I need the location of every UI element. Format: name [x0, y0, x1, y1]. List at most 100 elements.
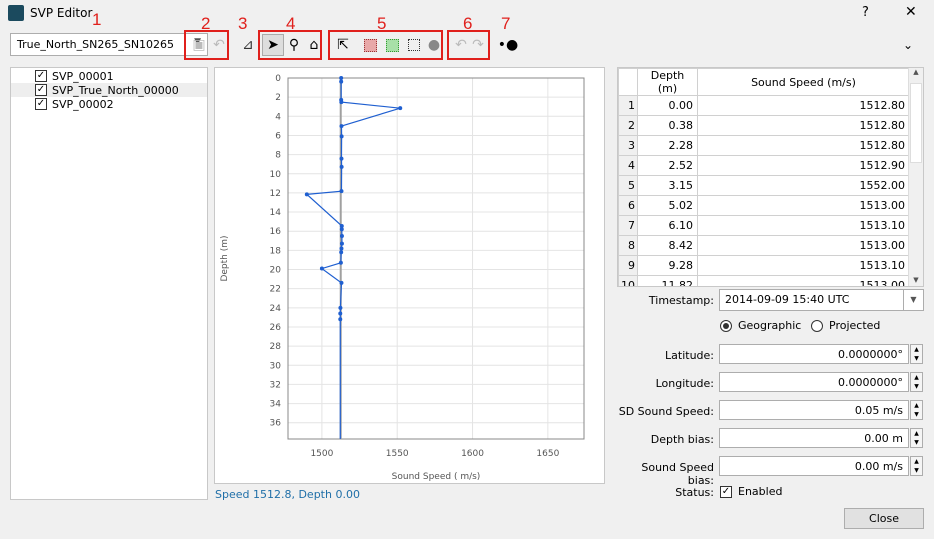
table-row[interactable]: 5 3.15 1552.00 — [618, 175, 910, 196]
depth-cell[interactable]: 3.15 — [637, 175, 698, 196]
save-icon[interactable]: ▣ — [188, 34, 210, 56]
timestamp-select[interactable]: 2014-09-09 15:40 UTC ▼ — [719, 289, 924, 311]
radio-geographic[interactable]: Geographic — [720, 319, 801, 332]
depth-cell[interactable]: 2.28 — [637, 135, 698, 156]
table-row[interactable]: 10 11.82 1513.00 — [618, 275, 910, 286]
col-depth[interactable]: Depth (m) — [637, 68, 698, 96]
depth-cell[interactable]: 8.42 — [637, 235, 698, 256]
checkbox[interactable]: ✓ — [35, 98, 47, 110]
revert-icon[interactable]: ↶ — [208, 34, 230, 56]
y-tick-label: 12 — [270, 189, 281, 199]
data-point — [338, 311, 343, 316]
checkbox[interactable]: ✓ — [720, 485, 732, 498]
sd-input[interactable]: 0.05 m/s — [719, 400, 909, 420]
speed-cell[interactable]: 1512.90 — [697, 155, 910, 176]
sd-spinner[interactable]: ▲ ▼ — [910, 400, 923, 420]
close-window-button[interactable]: ✕ — [905, 4, 917, 20]
table-row[interactable]: 1 0.00 1512.80 — [618, 95, 910, 116]
select-rect-icon[interactable] — [403, 34, 425, 56]
latitude-input[interactable]: 0.0000000° — [719, 344, 909, 364]
longitude-input[interactable]: 0.0000000° — [719, 372, 909, 392]
select-point-icon[interactable]: ● — [423, 34, 445, 56]
speed-cell[interactable]: 1513.00 — [697, 275, 910, 286]
data-table[interactable]: Depth (m) Sound Speed (m/s) 1 0.00 1512.80 2… — [617, 67, 924, 287]
row-number: 9 — [618, 255, 638, 276]
y-tick-label: 22 — [270, 285, 281, 295]
data-point — [338, 305, 343, 310]
add-point-icon[interactable]: ⇱ — [332, 34, 354, 56]
data-point — [339, 189, 344, 194]
table-scrollbar[interactable]: ▲ ▼ — [908, 68, 923, 286]
row-number: 2 — [618, 115, 638, 136]
redo-icon[interactable]: ↷ — [467, 34, 489, 56]
table-row[interactable]: 9 9.28 1513.10 — [618, 255, 910, 276]
data-point — [339, 124, 344, 129]
data-point — [339, 134, 344, 139]
speed-cell[interactable]: 1513.10 — [697, 255, 910, 276]
checkbox[interactable]: ✓ — [35, 84, 47, 96]
close-button[interactable]: Close — [844, 508, 924, 529]
pointer-icon[interactable]: ➤ — [262, 34, 284, 56]
table-row[interactable]: 6 5.02 1513.00 — [618, 195, 910, 216]
checkbox[interactable]: ✓ — [35, 70, 47, 82]
table-row[interactable]: 7 6.10 1513.10 — [618, 215, 910, 236]
y-tick-label: 8 — [275, 151, 281, 161]
table-row[interactable]: 4 2.52 1512.90 — [618, 155, 910, 176]
tree-item[interactable]: ✓ SVP_00001 — [11, 69, 207, 83]
depth-cell[interactable]: 0.00 — [637, 95, 698, 116]
profile-select[interactable]: True_North_SN265_SN10265 ▼ — [10, 33, 208, 56]
row-number: 8 — [618, 235, 638, 256]
data-point — [339, 241, 344, 246]
speed-cell[interactable]: 1512.80 — [697, 115, 910, 136]
axis-scale-icon[interactable]: ⊿ — [237, 34, 259, 56]
table-row[interactable]: 8 8.42 1513.00 — [618, 235, 910, 256]
depth-cell[interactable]: 5.02 — [637, 195, 698, 216]
profile-options-icon[interactable]: •● — [497, 34, 519, 56]
row-number: 10 — [618, 275, 638, 286]
status-label: Status: — [675, 486, 714, 499]
col-speed[interactable]: Sound Speed (m/s) — [697, 68, 910, 96]
longitude-spinner[interactable]: ▲ ▼ — [910, 372, 923, 392]
annotation-1: 1 — [92, 10, 102, 29]
table-row[interactable]: 2 0.38 1512.80 — [618, 115, 910, 136]
remove-selection-icon[interactable] — [359, 34, 381, 56]
chart-panel[interactable]: 1500 1550 1600 1650 0 2 4 6 8 10 12 14 16 18 20 22 24 26 2… — [214, 67, 605, 484]
speed-cell[interactable]: 1513.00 — [697, 235, 910, 256]
annotation-3: 3 — [238, 14, 248, 33]
table-row[interactable]: 3 2.28 1512.80 — [618, 135, 910, 156]
tree-item-label: SVP_True_North_00000 — [52, 83, 179, 97]
tree-item[interactable]: ✓ SVP_True_North_00000 — [11, 83, 207, 97]
depth-cell[interactable]: 11.82 — [637, 275, 698, 286]
speed-cell[interactable]: 1552.00 — [697, 175, 910, 196]
y-tick-label: 18 — [270, 246, 282, 256]
speed-cell[interactable]: 1512.80 — [697, 95, 910, 116]
depth-cell[interactable]: 9.28 — [637, 255, 698, 276]
zoom-icon[interactable]: ⚲ — [283, 34, 305, 56]
annotation-7: 7 — [501, 14, 511, 33]
add-selection-icon[interactable] — [381, 34, 403, 56]
radio-projected[interactable]: Projected — [811, 319, 880, 332]
latitude-spinner[interactable]: ▲ ▼ — [910, 344, 923, 364]
help-button[interactable]: ? — [862, 5, 869, 20]
speed-cell[interactable]: 1513.10 — [697, 215, 910, 236]
data-point — [339, 246, 344, 251]
svp-chart[interactable]: 1500 1550 1600 1650024681012141618202224262… — [215, 68, 606, 485]
profile-tree: ✓ SVP_00001 ✓ SVP_True_North_00000 ✓ SVP_00… — [10, 67, 208, 500]
speed-cell[interactable]: 1513.00 — [697, 195, 910, 216]
depth_bias-input[interactable]: 0.00 m — [719, 428, 909, 448]
speed-cell[interactable]: 1512.80 — [697, 135, 910, 156]
data-point — [339, 76, 344, 80]
data-point — [304, 192, 309, 197]
row-number: 7 — [618, 215, 638, 236]
ss_bias-input[interactable]: 0.00 m/s — [719, 456, 909, 476]
expand-chevron-icon[interactable]: ⌄ — [897, 34, 919, 56]
ss_bias-spinner[interactable]: ▲ ▼ — [910, 456, 923, 476]
depth-cell[interactable]: 6.10 — [637, 215, 698, 236]
tree-item[interactable]: ✓ SVP_00002 — [11, 97, 207, 111]
home-icon[interactable]: ⌂ — [303, 34, 325, 56]
depth-cell[interactable]: 0.38 — [637, 115, 698, 136]
status-enabled-checkbox[interactable]: ✓ Enabled — [720, 485, 782, 498]
depth-cell[interactable]: 2.52 — [637, 155, 698, 176]
y-tick-label: 4 — [275, 112, 281, 122]
depth_bias-spinner[interactable]: ▲ ▼ — [910, 428, 923, 448]
